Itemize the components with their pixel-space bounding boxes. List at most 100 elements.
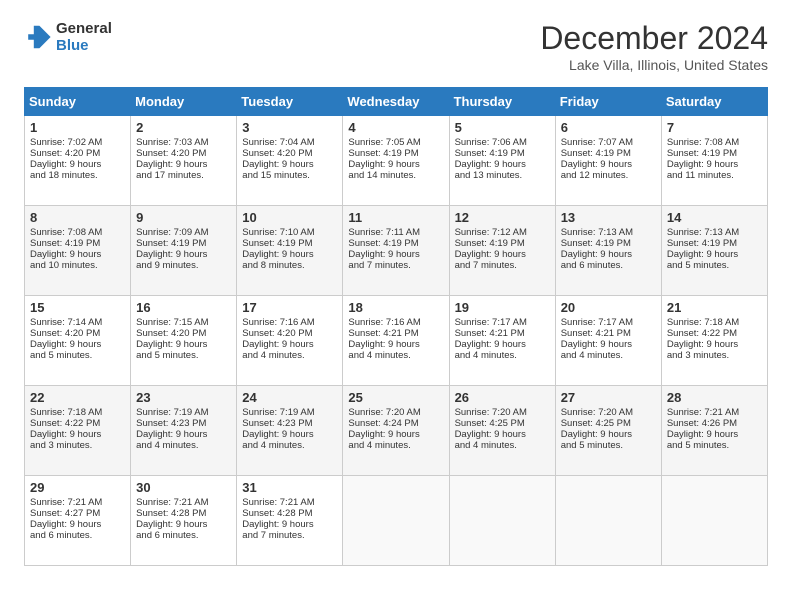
calendar-cell: 15Sunrise: 7:14 AMSunset: 4:20 PMDayligh… [25, 296, 131, 386]
day-number: 21 [667, 300, 762, 315]
day-info: Daylight: 9 hours [348, 249, 443, 260]
day-info: Sunrise: 7:13 AM [561, 227, 656, 238]
day-info: and 12 minutes. [561, 170, 656, 181]
calendar-cell: 24Sunrise: 7:19 AMSunset: 4:23 PMDayligh… [237, 386, 343, 476]
day-info: Sunrise: 7:18 AM [30, 407, 125, 418]
day-info: and 3 minutes. [30, 440, 125, 451]
day-info: Sunrise: 7:11 AM [348, 227, 443, 238]
day-info: Daylight: 9 hours [348, 159, 443, 170]
day-info: Daylight: 9 hours [242, 339, 337, 350]
calendar-cell: 7Sunrise: 7:08 AMSunset: 4:19 PMDaylight… [661, 116, 767, 206]
day-info: and 6 minutes. [561, 260, 656, 271]
calendar-header-row: SundayMondayTuesdayWednesdayThursdayFrid… [25, 88, 768, 116]
day-info: Sunset: 4:19 PM [455, 148, 550, 159]
day-info: Sunrise: 7:14 AM [30, 317, 125, 328]
day-info: Daylight: 9 hours [136, 159, 231, 170]
calendar-cell: 3Sunrise: 7:04 AMSunset: 4:20 PMDaylight… [237, 116, 343, 206]
header-sunday: Sunday [25, 88, 131, 116]
day-number: 22 [30, 390, 125, 405]
title-area: December 2024 Lake Villa, Illinois, Unit… [540, 20, 768, 73]
day-number: 11 [348, 210, 443, 225]
day-number: 15 [30, 300, 125, 315]
day-info: and 14 minutes. [348, 170, 443, 181]
day-info: Sunrise: 7:05 AM [348, 137, 443, 148]
calendar-cell: 13Sunrise: 7:13 AMSunset: 4:19 PMDayligh… [555, 206, 661, 296]
day-info: and 4 minutes. [136, 440, 231, 451]
calendar-week-row: 1Sunrise: 7:02 AMSunset: 4:20 PMDaylight… [25, 116, 768, 206]
calendar-cell: 18Sunrise: 7:16 AMSunset: 4:21 PMDayligh… [343, 296, 449, 386]
day-number: 3 [242, 120, 337, 135]
header-saturday: Saturday [661, 88, 767, 116]
day-info: Sunrise: 7:20 AM [561, 407, 656, 418]
day-info: Sunrise: 7:07 AM [561, 137, 656, 148]
day-info: and 4 minutes. [348, 440, 443, 451]
page-header: General Blue December 2024 Lake Villa, I… [24, 20, 768, 73]
day-info: Sunrise: 7:18 AM [667, 317, 762, 328]
day-info: and 5 minutes. [667, 260, 762, 271]
day-info: Sunrise: 7:21 AM [667, 407, 762, 418]
month-title: December 2024 [540, 20, 768, 57]
day-info: Sunrise: 7:19 AM [242, 407, 337, 418]
day-info: and 4 minutes. [242, 440, 337, 451]
day-info: and 7 minutes. [348, 260, 443, 271]
calendar-cell [449, 476, 555, 566]
logo-text: General Blue [56, 20, 112, 55]
day-info: Sunrise: 7:17 AM [561, 317, 656, 328]
day-info: and 5 minutes. [667, 440, 762, 451]
calendar-cell: 17Sunrise: 7:16 AMSunset: 4:20 PMDayligh… [237, 296, 343, 386]
day-number: 20 [561, 300, 656, 315]
day-number: 1 [30, 120, 125, 135]
calendar-cell: 5Sunrise: 7:06 AMSunset: 4:19 PMDaylight… [449, 116, 555, 206]
day-info: Sunrise: 7:04 AM [242, 137, 337, 148]
day-info: and 6 minutes. [30, 530, 125, 541]
day-info: Sunrise: 7:16 AM [242, 317, 337, 328]
day-number: 28 [667, 390, 762, 405]
calendar-cell: 2Sunrise: 7:03 AMSunset: 4:20 PMDaylight… [131, 116, 237, 206]
day-number: 14 [667, 210, 762, 225]
calendar-cell: 27Sunrise: 7:20 AMSunset: 4:25 PMDayligh… [555, 386, 661, 476]
day-info: Sunrise: 7:21 AM [30, 497, 125, 508]
day-info: Sunset: 4:19 PM [348, 238, 443, 249]
day-info: Sunrise: 7:17 AM [455, 317, 550, 328]
calendar-cell: 30Sunrise: 7:21 AMSunset: 4:28 PMDayligh… [131, 476, 237, 566]
day-number: 19 [455, 300, 550, 315]
day-info: Daylight: 9 hours [136, 519, 231, 530]
day-info: Sunrise: 7:08 AM [30, 227, 125, 238]
day-number: 12 [455, 210, 550, 225]
day-info: Daylight: 9 hours [455, 339, 550, 350]
day-info: Daylight: 9 hours [561, 429, 656, 440]
day-info: and 6 minutes. [136, 530, 231, 541]
calendar-table: SundayMondayTuesdayWednesdayThursdayFrid… [24, 87, 768, 566]
day-info: and 5 minutes. [561, 440, 656, 451]
day-info: Daylight: 9 hours [30, 429, 125, 440]
day-number: 24 [242, 390, 337, 405]
day-info: Sunset: 4:20 PM [242, 148, 337, 159]
day-info: Sunset: 4:19 PM [667, 148, 762, 159]
day-info: Sunrise: 7:02 AM [30, 137, 125, 148]
day-info: and 15 minutes. [242, 170, 337, 181]
day-info: Sunset: 4:20 PM [30, 148, 125, 159]
day-number: 8 [30, 210, 125, 225]
day-info: and 4 minutes. [561, 350, 656, 361]
day-info: and 3 minutes. [667, 350, 762, 361]
day-number: 13 [561, 210, 656, 225]
day-info: Daylight: 9 hours [667, 159, 762, 170]
day-info: Sunset: 4:21 PM [348, 328, 443, 339]
day-info: and 4 minutes. [242, 350, 337, 361]
day-info: and 4 minutes. [348, 350, 443, 361]
day-info: Daylight: 9 hours [348, 429, 443, 440]
day-info: and 8 minutes. [242, 260, 337, 271]
day-info: Daylight: 9 hours [455, 249, 550, 260]
day-info: Sunset: 4:19 PM [561, 148, 656, 159]
day-info: Sunset: 4:25 PM [455, 418, 550, 429]
day-info: Sunset: 4:23 PM [136, 418, 231, 429]
calendar-week-row: 15 Sunrise: 7:14 AM Sunset: 4:20 PM Dayligh… [25, 296, 768, 386]
day-info: and 4 minutes. [455, 350, 550, 361]
day-info: Sunset: 4:21 PM [561, 328, 656, 339]
calendar-cell: 8Sunrise: 7:08 AMSunset: 4:19 PMDaylight… [25, 206, 131, 296]
day-info: Sunset: 4:19 PM [348, 148, 443, 159]
day-info: Sunset: 4:20 PM [136, 328, 231, 339]
calendar-cell: 16Sunrise: 7:15 AMSunset: 4:20 PMDayligh… [131, 296, 237, 386]
day-info: Daylight: 9 hours [242, 429, 337, 440]
calendar-cell: 4Sunrise: 7:05 AMSunset: 4:19 PMDaylight… [343, 116, 449, 206]
